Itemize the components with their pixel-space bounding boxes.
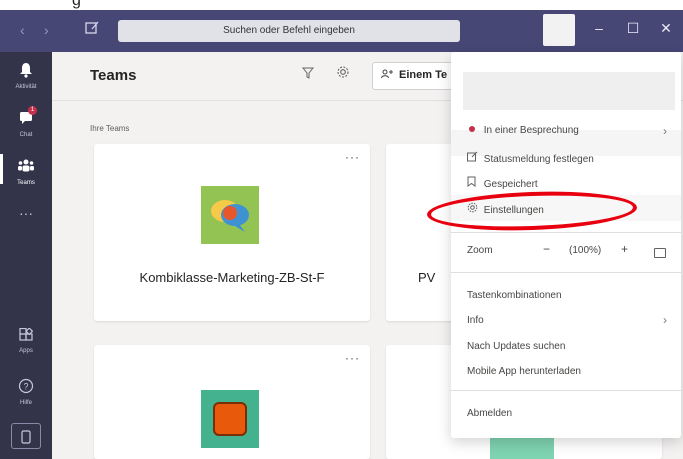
menu-item-label: Info: [467, 315, 484, 326]
menu-item-sign-out[interactable]: Abmelden: [467, 408, 512, 419]
caption-strip: g: [0, 0, 683, 10]
menu-item-info[interactable]: Info: [467, 315, 484, 326]
app-rail: Aktivität 1 Chat Teams ··· Apps ? Hilfe: [0, 52, 52, 459]
rail-item-label: Teams: [17, 180, 35, 186]
more-options-icon[interactable]: ···: [345, 351, 360, 365]
menu-item-label: Abmelden: [467, 408, 513, 419]
menu-separator: [451, 232, 681, 233]
back-arrow-icon[interactable]: ‹: [20, 22, 25, 38]
profile-info: [463, 72, 675, 110]
rail-item-label: Aktivität: [15, 84, 37, 90]
menu-item-zoom: Zoom: [467, 245, 493, 256]
section-label: Ihre Teams: [90, 124, 130, 133]
add-team-icon: [381, 69, 395, 82]
team-avatar-image: [201, 186, 259, 244]
menu-item-label: Gespeichert: [483, 179, 538, 190]
rail-item-more[interactable]: ···: [0, 204, 52, 222]
rail-item-label: Chat: [19, 132, 33, 138]
chat-icon: [0, 110, 52, 131]
menu-item-check-updates[interactable]: Nach Updates suchen: [467, 341, 565, 352]
join-team-label: Einem Te: [399, 69, 448, 81]
rail-item-label: Hilfe: [19, 400, 32, 406]
chevron-right-icon: ›: [663, 313, 667, 327]
menu-item-label: Statusmeldung festlegen: [483, 154, 594, 165]
menu-item-label: In einer Besprechung: [483, 125, 579, 136]
zoom-out-button[interactable]: −: [543, 242, 550, 256]
menu-item-label: Zoom: [467, 245, 493, 256]
apps-icon: [0, 327, 52, 347]
zoom-fit-icon[interactable]: [654, 248, 666, 258]
team-card[interactable]: ···: [94, 345, 370, 459]
rail-item-teams[interactable]: Teams: [0, 154, 52, 187]
menu-item-label: Tastenkombinationen: [467, 290, 562, 301]
zoom-level: (100%): [569, 245, 602, 256]
device-icon[interactable]: [11, 423, 41, 449]
edit-status-icon: [467, 151, 481, 165]
bookmark-icon: [467, 176, 481, 190]
teams-icon: [0, 158, 52, 179]
menu-item-status-message[interactable]: Statusmeldung festlegen: [467, 151, 594, 165]
filter-icon[interactable]: [301, 67, 315, 82]
team-name: Kombiklasse-Marketing-ZB-St-F: [139, 270, 325, 285]
rail-item-chat[interactable]: 1 Chat: [0, 106, 52, 139]
menu-item-shortcuts[interactable]: Tastenkombinationen: [467, 290, 562, 301]
svg-text:?: ?: [23, 382, 28, 392]
more-icon: ···: [19, 205, 33, 221]
help-icon: ?: [0, 378, 52, 399]
close-icon[interactable]: ✕: [656, 20, 676, 37]
caption-text: g: [72, 0, 81, 9]
chevron-right-icon: ›: [663, 124, 667, 138]
rail-item-label: Apps: [19, 348, 33, 354]
title-bar: ‹ › Suchen oder Befehl eingeben – ☐ ✕: [0, 10, 683, 52]
menu-item-saved[interactable]: Gespeichert: [467, 176, 538, 190]
team-avatar-image: [201, 390, 259, 448]
menu-separator: [451, 272, 681, 273]
profile-menu: In einer Besprechung › Statusmeldung fes…: [451, 52, 681, 438]
menu-item-status[interactable]: In einer Besprechung: [467, 125, 579, 136]
menu-item-label: Mobile App herunterladen: [467, 366, 581, 377]
more-options-icon[interactable]: ···: [345, 150, 360, 164]
rail-item-apps[interactable]: Apps: [0, 327, 52, 355]
status-dot-icon: [469, 126, 475, 132]
bell-icon: [0, 62, 52, 83]
page-title: Teams: [90, 67, 137, 84]
minimize-icon[interactable]: –: [589, 20, 609, 36]
menu-item-label: Nach Updates suchen: [467, 341, 566, 352]
maximize-icon[interactable]: ☐: [623, 20, 643, 37]
menu-separator: [451, 390, 681, 391]
unread-badge: 1: [28, 106, 37, 115]
zoom-in-button[interactable]: +: [621, 242, 628, 256]
compose-icon[interactable]: [84, 20, 102, 38]
rail-item-help[interactable]: ? Hilfe: [0, 378, 52, 407]
menu-item-download-mobile[interactable]: Mobile App herunterladen: [467, 366, 581, 377]
avatar[interactable]: [543, 14, 575, 46]
team-card[interactable]: ··· Kombiklasse-Marketing-ZB-St-F: [94, 144, 370, 321]
search-input[interactable]: Suchen oder Befehl eingeben: [118, 20, 460, 42]
rail-item-activity[interactable]: Aktivität: [0, 62, 52, 91]
forward-arrow-icon[interactable]: ›: [44, 22, 49, 38]
gear-icon[interactable]: [336, 65, 350, 83]
